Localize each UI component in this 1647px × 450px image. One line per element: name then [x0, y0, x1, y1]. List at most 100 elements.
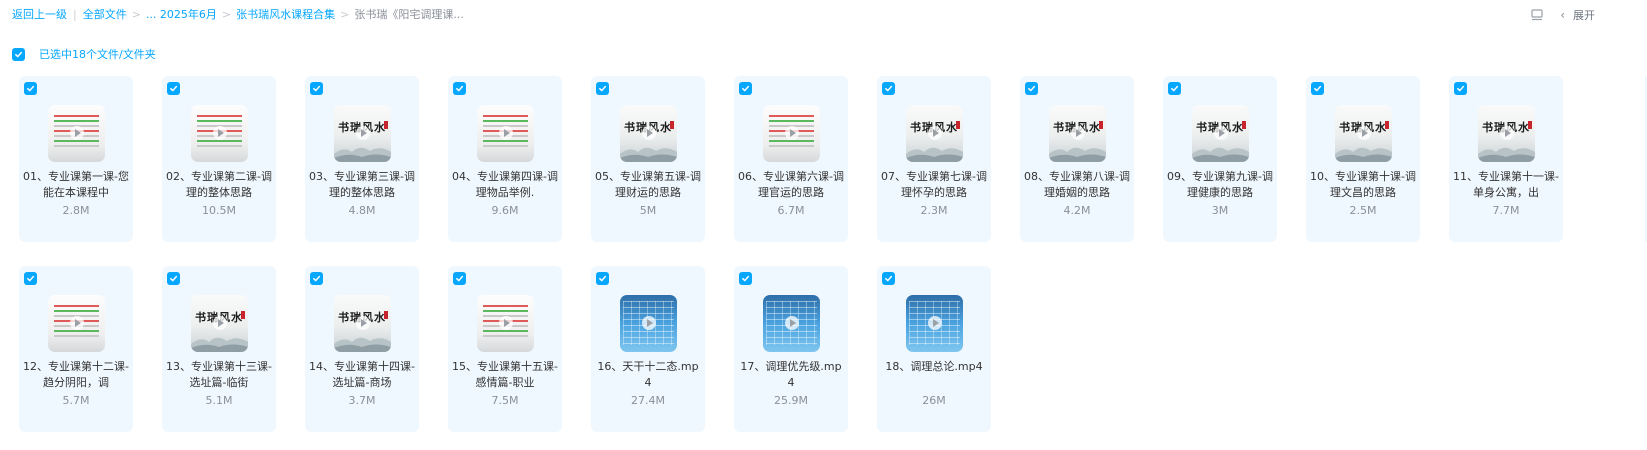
- video-thumbnail[interactable]: [48, 105, 105, 162]
- file-checkbox[interactable]: [167, 272, 180, 285]
- play-icon[interactable]: [1214, 126, 1228, 140]
- play-icon[interactable]: [70, 316, 84, 330]
- file-card[interactable]: 书瑞风水 14、专业课第十四课-选址篇-商场 3.7M: [305, 266, 419, 432]
- play-icon[interactable]: [213, 126, 227, 140]
- file-card[interactable]: 书瑞风水 13、专业课第十三课-选址篇-临街 5.1M: [162, 266, 276, 432]
- back-link[interactable]: 返回上一级: [12, 8, 67, 21]
- file-name[interactable]: 03、专业课第三课-调理的整体思路: [309, 169, 415, 201]
- file-checkbox[interactable]: [310, 272, 323, 285]
- video-thumbnail[interactable]: [906, 295, 963, 352]
- file-name[interactable]: 12、专业课第十二课-趋分阴阳，调: [23, 359, 129, 391]
- file-card[interactable]: 书瑞风水 11、专业课第十一课-单身公寓，出 7.7M: [1449, 76, 1563, 242]
- file-checkbox[interactable]: [596, 82, 609, 95]
- file-card[interactable]: 书瑞风水 10、专业课第十课-调理文昌的思路 2.5M: [1306, 76, 1420, 242]
- file-card[interactable]: 06、专业课第六课-调理官运的思路 6.7M: [734, 76, 848, 242]
- video-thumbnail[interactable]: 书瑞风水: [1335, 105, 1392, 162]
- file-card[interactable]: 02、专业课第二课-调理的整体思路 10.5M: [162, 76, 276, 242]
- file-checkbox[interactable]: [453, 82, 466, 95]
- file-name[interactable]: 14、专业课第十四课-选址篇-商场: [309, 359, 415, 391]
- file-card[interactable]: 书瑞风水 05、专业课第五课-调理财运的思路 5M: [591, 76, 705, 242]
- breadcrumb-ellipsis-folder[interactable]: ... 2025年6月: [146, 8, 217, 21]
- video-thumbnail[interactable]: 书瑞风水: [1192, 105, 1249, 162]
- select-all-row[interactable]: 已选中18个文件/文件夹: [12, 46, 156, 62]
- check-icon: [1314, 85, 1322, 92]
- file-card[interactable]: 01、专业课第一课-您能在本课程中 2.8M: [19, 76, 133, 242]
- select-all-checkbox[interactable]: [12, 47, 25, 61]
- file-checkbox[interactable]: [24, 272, 37, 285]
- file-card[interactable]: 04、专业课第四课-调理物品举例. 9.6M: [448, 76, 562, 242]
- file-checkbox[interactable]: [882, 82, 895, 95]
- file-card[interactable]: 16、天干十二态.mp4 27.4M: [591, 266, 705, 432]
- file-checkbox[interactable]: [310, 82, 323, 95]
- file-name[interactable]: 01、专业课第一课-您能在本课程中: [23, 169, 129, 201]
- video-thumbnail[interactable]: [620, 295, 677, 352]
- file-card[interactable]: 书瑞风水 03、专业课第三课-调理的整体思路 4.8M: [305, 76, 419, 242]
- video-thumbnail[interactable]: [763, 295, 820, 352]
- file-card[interactable]: 17、调理优先级.mp4 25.9M: [734, 266, 848, 432]
- file-name[interactable]: 08、专业课第八课-调理婚姻的思路: [1024, 169, 1130, 201]
- file-card[interactable]: 15、专业课第十五课-感情篇-职业 7.5M: [448, 266, 562, 432]
- file-name[interactable]: 15、专业课第十五课-感情篇-职业: [452, 359, 558, 391]
- breadcrumb-all-files[interactable]: 全部文件: [83, 8, 127, 21]
- file-card[interactable]: 18、调理总论.mp4 26M: [877, 266, 991, 432]
- video-thumbnail[interactable]: [477, 105, 534, 162]
- play-icon[interactable]: [785, 316, 799, 330]
- list-view-icon[interactable]: [1530, 8, 1544, 22]
- file-name[interactable]: 13、专业课第十三课-选址篇-临街: [166, 359, 272, 391]
- play-icon[interactable]: [356, 316, 370, 330]
- play-icon[interactable]: [928, 316, 942, 330]
- file-checkbox[interactable]: [1311, 82, 1324, 95]
- file-checkbox[interactable]: [1454, 82, 1467, 95]
- play-icon[interactable]: [356, 126, 370, 140]
- play-icon[interactable]: [499, 126, 513, 140]
- play-icon[interactable]: [785, 126, 799, 140]
- file-card[interactable]: 书瑞风水 09、专业课第九课-调理健康的思路 3M: [1163, 76, 1277, 242]
- file-name[interactable]: 17、调理优先级.mp4: [738, 359, 844, 391]
- video-thumbnail[interactable]: 书瑞风水: [1049, 105, 1106, 162]
- file-checkbox[interactable]: [24, 82, 37, 95]
- play-icon[interactable]: [1500, 126, 1514, 140]
- file-checkbox[interactable]: [882, 272, 895, 285]
- file-checkbox[interactable]: [1025, 82, 1038, 95]
- play-icon[interactable]: [642, 126, 656, 140]
- file-name[interactable]: 06、专业课第六课-调理官运的思路: [738, 169, 844, 201]
- file-name[interactable]: 10、专业课第十课-调理文昌的思路: [1310, 169, 1416, 201]
- breadcrumb-course-folder[interactable]: 张书瑞风水课程合集: [236, 8, 335, 21]
- file-size: 6.7M: [777, 204, 805, 217]
- video-thumbnail[interactable]: [763, 105, 820, 162]
- file-name[interactable]: 09、专业课第九课-调理健康的思路: [1167, 169, 1273, 201]
- file-checkbox[interactable]: [1168, 82, 1181, 95]
- file-card[interactable]: 书瑞风水 08、专业课第八课-调理婚姻的思路 4.2M: [1020, 76, 1134, 242]
- file-name[interactable]: 05、专业课第五课-调理财运的思路: [595, 169, 701, 201]
- file-checkbox[interactable]: [453, 272, 466, 285]
- video-thumbnail[interactable]: 书瑞风水: [906, 105, 963, 162]
- video-thumbnail[interactable]: 书瑞风水: [191, 295, 248, 352]
- expand-button[interactable]: ‹ 展开: [1560, 7, 1595, 23]
- video-thumbnail[interactable]: 书瑞风水: [334, 105, 391, 162]
- video-thumbnail[interactable]: [477, 295, 534, 352]
- file-card[interactable]: 书瑞风水 07、专业课第七课-调理怀孕的思路 2.3M: [877, 76, 991, 242]
- file-name[interactable]: 11、专业课第十一课-单身公寓，出: [1453, 169, 1559, 201]
- file-checkbox[interactable]: [596, 272, 609, 285]
- play-icon[interactable]: [213, 316, 227, 330]
- play-icon[interactable]: [1357, 126, 1371, 140]
- file-checkbox[interactable]: [739, 272, 752, 285]
- file-name[interactable]: 04、专业课第四课-调理物品举例.: [452, 169, 558, 201]
- file-checkbox[interactable]: [739, 82, 752, 95]
- file-name[interactable]: 07、专业课第七课-调理怀孕的思路: [881, 169, 987, 201]
- video-thumbnail[interactable]: 书瑞风水: [334, 295, 391, 352]
- video-thumbnail[interactable]: 书瑞风水: [620, 105, 677, 162]
- file-name[interactable]: 18、调理总论.mp4: [881, 359, 987, 391]
- video-thumbnail[interactable]: [191, 105, 248, 162]
- file-name[interactable]: 16、天干十二态.mp4: [595, 359, 701, 391]
- play-icon[interactable]: [499, 316, 513, 330]
- play-icon[interactable]: [70, 126, 84, 140]
- play-icon[interactable]: [1071, 126, 1085, 140]
- video-thumbnail[interactable]: [48, 295, 105, 352]
- file-checkbox[interactable]: [167, 82, 180, 95]
- file-name[interactable]: 02、专业课第二课-调理的整体思路: [166, 169, 272, 201]
- play-icon[interactable]: [642, 316, 656, 330]
- video-thumbnail[interactable]: 书瑞风水: [1478, 105, 1535, 162]
- file-card[interactable]: 12、专业课第十二课-趋分阴阳，调 5.7M: [19, 266, 133, 432]
- play-icon[interactable]: [928, 126, 942, 140]
